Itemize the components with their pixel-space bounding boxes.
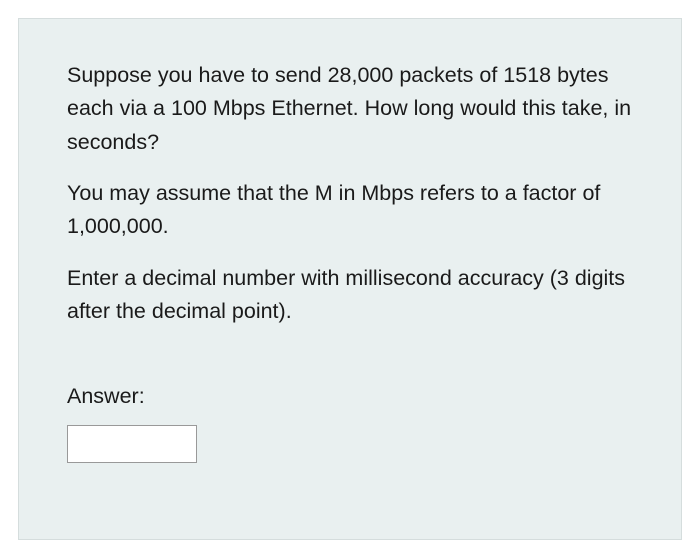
question-paragraph-1: Suppose you have to send 28,000 packets … bbox=[67, 59, 633, 159]
question-paragraph-3: Enter a decimal number with millisecond … bbox=[67, 262, 633, 329]
answer-input[interactable] bbox=[67, 425, 197, 463]
question-card: Suppose you have to send 28,000 packets … bbox=[18, 18, 682, 540]
answer-label: Answer: bbox=[67, 384, 633, 409]
answer-section: Answer: bbox=[67, 384, 633, 463]
question-paragraph-2: You may assume that the M in Mbps refers… bbox=[67, 177, 633, 244]
